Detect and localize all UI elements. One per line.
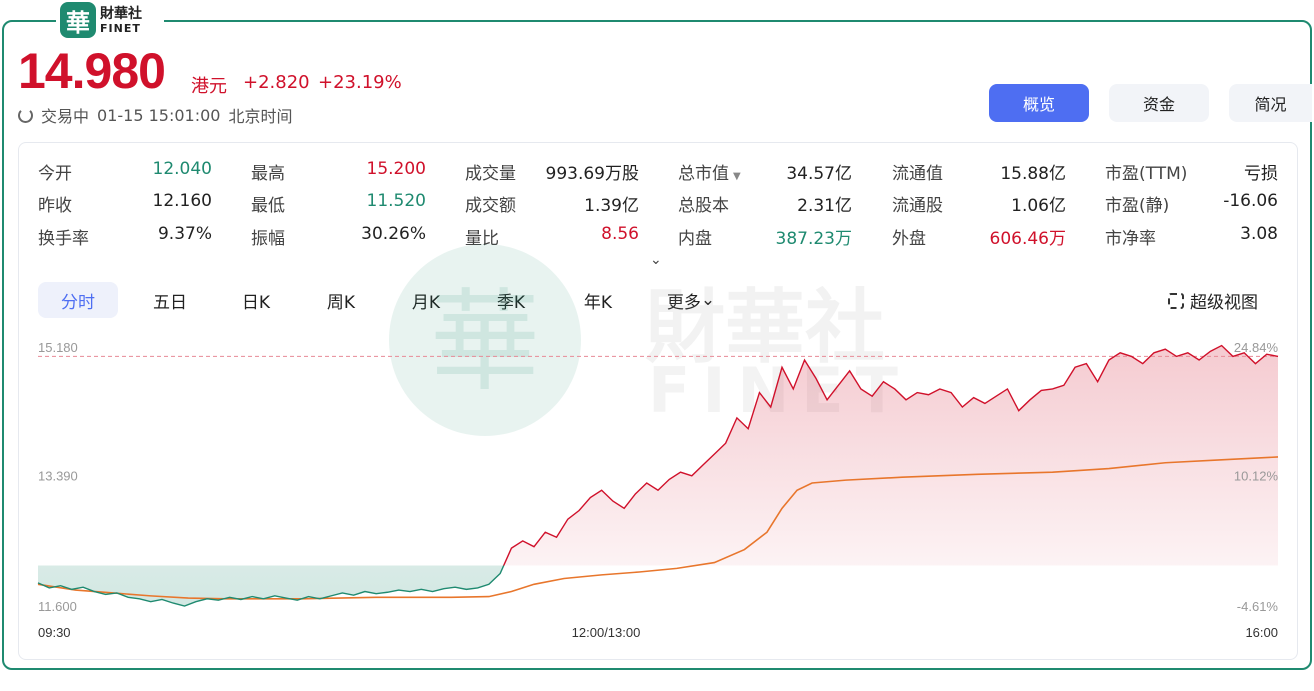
x-tick-label: 12:00/13:00	[572, 625, 641, 640]
y-tick-label: 13.390	[38, 469, 78, 484]
y-tick-label: 11.600	[38, 599, 77, 614]
x-tick-label: 16:00	[1245, 625, 1278, 640]
y-pct-tick-label: 10.12%	[1234, 469, 1279, 484]
watermark-seal-text: 華	[430, 278, 540, 406]
y-pct-tick-label: -4.61%	[1237, 599, 1279, 614]
y-pct-tick-label: 24.84%	[1234, 340, 1279, 355]
intraday-chart[interactable]: 華財華社FINET15.18024.84%13.39010.12%11.600-…	[0, 0, 1314, 691]
y-tick-label: 15.180	[38, 340, 78, 355]
x-tick-label: 09:30	[38, 625, 71, 640]
